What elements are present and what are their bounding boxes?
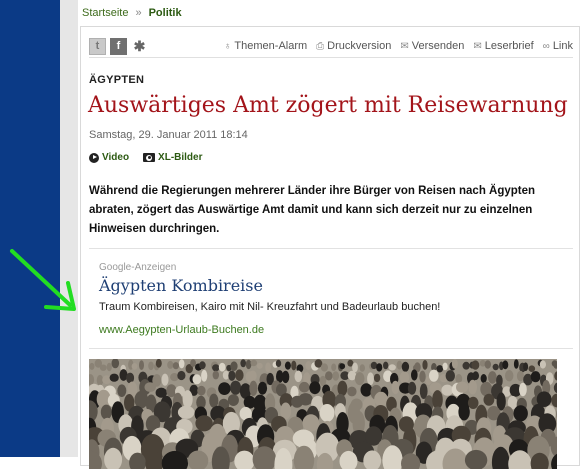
article-date: Samstag, 29. Januar 2011 18:14 xyxy=(89,129,248,141)
themen-alarm-label: Themen-Alarm xyxy=(234,40,307,52)
link-label: Link xyxy=(553,40,573,52)
camera-icon xyxy=(143,153,155,162)
article-kicker: ÄGYPTEN xyxy=(89,74,144,86)
green-arrow-annotation xyxy=(8,247,98,317)
letter-button[interactable]: ✉ Leserbrief xyxy=(473,40,533,52)
print-label: Druckversion xyxy=(327,40,391,52)
facebook-icon[interactable]: f xyxy=(110,38,127,55)
send-label: Versenden xyxy=(412,40,465,52)
site-side-rail xyxy=(0,0,60,457)
article-actions: ♁Themen-Alarm ⎙Druckversion ✉ Versenden ✉… xyxy=(224,40,573,52)
twitter-icon[interactable]: t xyxy=(89,38,106,55)
share-buttons: t f ✱ xyxy=(89,38,148,55)
video-label: Video xyxy=(102,152,129,163)
breadcrumb: Startseite » Politik xyxy=(82,7,182,19)
article-card: t f ✱ ♁Themen-Alarm ⎙Druckversion ✉ Verse… xyxy=(80,26,580,466)
content-gutter xyxy=(60,0,78,457)
video-link[interactable]: Video xyxy=(89,152,129,163)
mail-icon: ✉ xyxy=(400,41,408,52)
ad-title-link[interactable]: Ägypten Kombireise xyxy=(99,276,263,295)
print-icon: ⎙ xyxy=(316,41,324,52)
article-teaser: Während die Regierungen mehrerer Länder … xyxy=(89,182,559,239)
ad-url-link[interactable]: www.Aegypten-Urlaub-Buchen.de xyxy=(99,324,264,336)
alarm-icon: ♁ xyxy=(224,41,232,52)
media-links: Video XL-Bilder xyxy=(89,152,203,163)
breadcrumb-separator: » xyxy=(135,7,141,19)
send-button[interactable]: ✉ Versenden xyxy=(400,40,464,52)
divider xyxy=(89,248,573,249)
letter-label: Leserbrief xyxy=(485,40,534,52)
ad-label: Google-Anzeigen xyxy=(99,262,176,273)
breadcrumb-home-link[interactable]: Startseite xyxy=(82,7,128,19)
xl-pictures-link[interactable]: XL-Bilder xyxy=(143,152,202,163)
xl-pictures-label: XL-Bilder xyxy=(158,152,202,163)
breadcrumb-current-link[interactable]: Politik xyxy=(149,7,182,19)
article-toolbar: t f ✱ ♁Themen-Alarm ⎙Druckversion ✉ Verse… xyxy=(89,35,573,58)
link-icon: ∞ xyxy=(543,41,550,52)
print-button[interactable]: ⎙Druckversion xyxy=(316,40,391,52)
ad-text: Traum Kombireisen, Kairo mit Nil- Kreuzf… xyxy=(99,301,440,313)
themen-alarm-button[interactable]: ♁Themen-Alarm xyxy=(224,40,307,52)
divider xyxy=(89,348,573,349)
crowd-photo-drawing xyxy=(89,359,557,469)
article-photo[interactable] xyxy=(89,359,557,469)
gear-icon[interactable]: ✱ xyxy=(131,38,148,55)
letter-icon: ✉ xyxy=(473,41,481,52)
play-icon xyxy=(89,153,99,163)
link-button[interactable]: ∞Link xyxy=(543,40,573,52)
article-headline: Auswärtiges Amt zögert mit Reisewarnung xyxy=(88,91,578,121)
